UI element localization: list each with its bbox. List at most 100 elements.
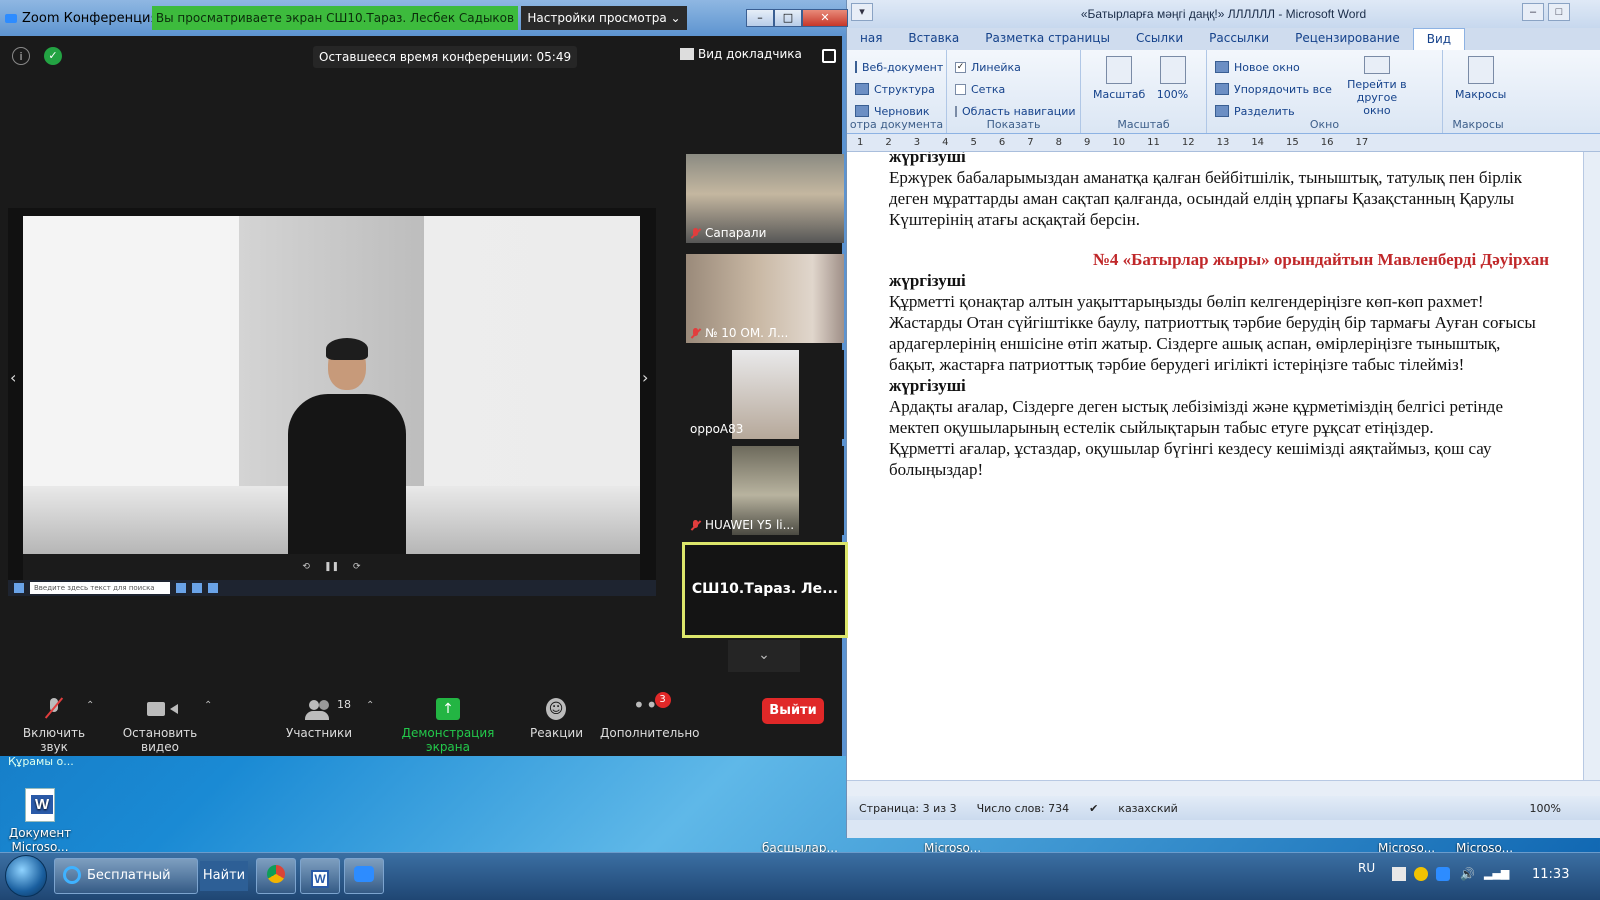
speaker-view-button[interactable]: Вид докладчика <box>680 47 802 61</box>
share-screen-label: Демонстрация экрана <box>401 726 495 754</box>
tray-volume-icon[interactable]: 🔊 <box>1460 867 1475 881</box>
status-zoom-level[interactable]: 100% <box>1530 802 1600 815</box>
macros-label: Макросы <box>1455 88 1507 101</box>
thumbnails-scroll-down-icon[interactable]: ⌄ <box>728 640 800 672</box>
camera-icon <box>147 698 178 720</box>
participant-tile[interactable]: № 10 ОМ. Л... <box>686 254 844 343</box>
desktop-word-document[interactable]: Документ Microso... <box>8 788 72 854</box>
tab-mailings[interactable]: Рассылки <box>1196 28 1282 50</box>
show-ruler-label: Линейка <box>971 60 1021 74</box>
ruler-tick: 15 <box>1286 137 1299 148</box>
horizontal-ruler[interactable]: 1 2 3 4 5 6 7 8 9 10 11 12 13 14 15 16 1… <box>847 134 1600 152</box>
tab-references[interactable]: Ссылки <box>1123 28 1196 50</box>
tab-home[interactable]: ная <box>847 28 895 50</box>
desktop-folder-label[interactable]: Құрамы о... <box>8 755 74 768</box>
participant-tile[interactable]: Сапарали <box>686 154 844 243</box>
unmute-label: Включить звук <box>22 726 86 754</box>
fullscreen-icon[interactable] <box>822 49 836 63</box>
participants-icon: 18 <box>305 698 351 720</box>
view-options-dropdown[interactable]: Настройки просмотра ⌄ <box>521 6 687 30</box>
shared-app-icon <box>208 583 218 593</box>
ruler-tick: 5 <box>970 137 977 148</box>
tray-network-icon[interactable] <box>1414 867 1428 881</box>
taskbar-word[interactable]: W <box>300 858 340 894</box>
start-button[interactable] <box>5 855 47 897</box>
share-screen-button[interactable]: ↑ Демонстрация экрана <box>386 698 510 754</box>
vertical-scrollbar[interactable] <box>1583 152 1600 780</box>
rewind-icon[interactable]: ⟲ <box>302 562 310 572</box>
ribbon-group-macros-name: Макросы <box>1452 118 1504 131</box>
participant-label: № 10 ОМ. Л... <box>690 326 788 340</box>
arrange-all-button[interactable]: Упорядочить все <box>1215 78 1332 100</box>
shared-screen[interactable]: ‹ › ⟲ ❚❚ ⟳ Введите здесь текст для поиск… <box>8 208 656 596</box>
word-minimize-button[interactable]: – <box>1522 3 1544 21</box>
document-page[interactable]: жүргізуші Ержүрек бабаларымыздан аманатқ… <box>847 152 1600 780</box>
switch-window-button[interactable]: Перейти в другое окно <box>1338 56 1416 117</box>
participant-label: Сапарали <box>690 226 766 240</box>
tray-zoom-icon[interactable] <box>1436 867 1450 881</box>
security-shield-icon[interactable]: ✓ <box>44 47 62 65</box>
zoom-minimize-button[interactable]: – <box>746 9 774 27</box>
ruler-tick: 8 <box>1055 137 1062 148</box>
video-options-chevron-icon[interactable]: ⌃ <box>204 700 212 711</box>
status-page[interactable]: Страница: 3 из 3 <box>859 802 957 815</box>
zoom-app-icon <box>5 14 17 23</box>
meeting-info-icon[interactable]: i <box>12 47 30 65</box>
participant-tile[interactable]: oppoA83 <box>686 350 844 439</box>
shared-video-controls[interactable]: ⟲ ❚❚ ⟳ <box>23 554 640 580</box>
status-word-count[interactable]: Число слов: 734 <box>977 802 1070 815</box>
stop-video-button[interactable]: Остановить видео <box>108 698 212 754</box>
shared-next-arrow-icon[interactable]: › <box>642 368 648 387</box>
active-speaker-tile[interactable]: СШ10.Тараз. Ле... <box>682 542 848 638</box>
participants-label: Участники <box>286 726 353 740</box>
split-icon <box>1215 105 1229 117</box>
show-grid-checkbox[interactable]: Сетка <box>955 78 1072 100</box>
more-button[interactable]: ••• 3 Дополнительно <box>600 692 700 740</box>
audio-options-chevron-icon[interactable]: ⌃ <box>86 700 94 711</box>
zoom-close-button[interactable]: ✕ <box>802 9 848 27</box>
word-menu-arrow-icon[interactable]: ▾ <box>851 3 873 21</box>
view-web-layout[interactable]: Веб-документ <box>855 56 943 78</box>
participant-tile[interactable]: HUAWEI Y5 li... <box>686 446 844 535</box>
tab-insert[interactable]: Вставка <box>895 28 972 50</box>
unmute-button[interactable]: Включить звук <box>12 698 96 754</box>
taskbar-chrome[interactable] <box>256 858 296 894</box>
show-ruler-checkbox[interactable]: ✓ Линейка <box>955 56 1072 78</box>
tab-view[interactable]: Вид <box>1412 28 1466 50</box>
proofing-check-icon[interactable]: ✔ <box>1089 802 1098 815</box>
horizontal-scrollbar[interactable] <box>847 780 1600 796</box>
desktop-doc-label-1: Документ <box>8 826 72 840</box>
taskbar-ie-window[interactable]: Бесплатный архи... <box>54 858 198 894</box>
switch-window-label: Перейти в другое окно <box>1347 78 1407 117</box>
new-window-button[interactable]: Новое окно <box>1215 56 1332 78</box>
ruler-tick: 4 <box>942 137 949 148</box>
macros-button[interactable]: Макросы <box>1451 56 1510 101</box>
shared-prev-arrow-icon[interactable]: ‹ <box>10 368 16 387</box>
view-outline[interactable]: Структура <box>855 78 938 100</box>
shared-app-icon <box>176 583 186 593</box>
stop-video-label: Остановить видео <box>122 726 198 754</box>
reactions-button[interactable]: ☺ Реакции <box>530 698 583 740</box>
forward-icon[interactable]: ⟳ <box>353 562 361 572</box>
tab-page-layout[interactable]: Разметка страницы <box>972 28 1123 50</box>
participants-button[interactable]: 18 Участники <box>286 698 353 740</box>
tray-signal-icon[interactable]: ▂▄▆ <box>1484 867 1509 881</box>
zoom-100-button[interactable]: 100% <box>1153 56 1192 101</box>
input-language[interactable]: RU <box>1358 861 1375 875</box>
participants-chevron-icon[interactable]: ⌃ <box>366 700 374 711</box>
arrange-all-icon <box>1215 83 1229 95</box>
pause-icon[interactable]: ❚❚ <box>324 562 339 572</box>
ruler-tick: 11 <box>1147 137 1160 148</box>
zoom-maximize-button[interactable]: □ <box>774 9 802 27</box>
tab-review[interactable]: Рецензирование <box>1282 28 1413 50</box>
taskbar-zoom[interactable] <box>344 858 384 894</box>
taskbar-clock[interactable]: 11:33 <box>1532 867 1569 882</box>
zoom-button[interactable]: Масштаб <box>1089 56 1149 101</box>
find-button[interactable]: Найти <box>200 861 248 891</box>
tray-tools-icon[interactable] <box>1392 867 1406 881</box>
word-maximize-button[interactable]: □ <box>1548 3 1570 21</box>
leave-meeting-button[interactable]: Выйти <box>762 698 824 724</box>
status-language[interactable]: казахский <box>1118 802 1177 815</box>
document-text[interactable]: жүргізуші Ержүрек бабаларымыздан аманатқ… <box>889 152 1549 480</box>
word-ribbon-tabs: ная Вставка Разметка страницы Ссылки Рас… <box>847 28 1600 50</box>
